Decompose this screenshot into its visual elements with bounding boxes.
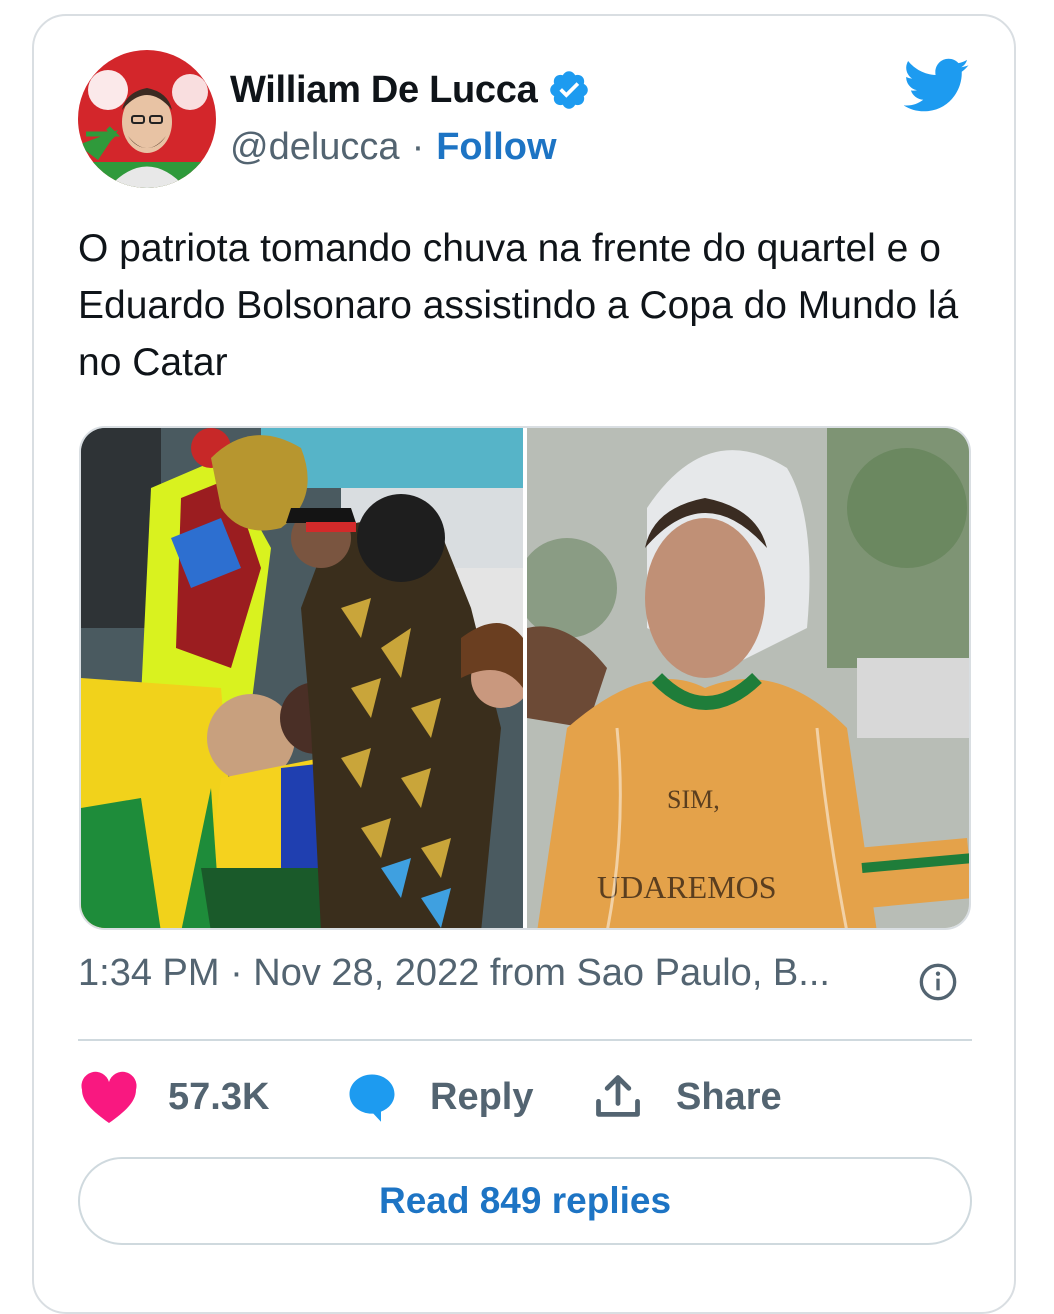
reply-bubble-icon xyxy=(349,1074,395,1122)
like-button[interactable]: 57.3K xyxy=(78,1070,269,1124)
info-icon[interactable] xyxy=(918,962,958,1002)
action-bar: 57.3K Reply Share xyxy=(78,1070,978,1124)
divider xyxy=(78,1039,972,1041)
likes-count: 57.3K xyxy=(168,1075,270,1118)
avatar[interactable] xyxy=(78,50,216,188)
author-name-row[interactable]: William De Lucca xyxy=(230,66,591,114)
author-handle[interactable]: @delucca xyxy=(230,126,400,169)
share-button[interactable]: Share xyxy=(592,1070,782,1124)
twitter-bird-icon[interactable] xyxy=(904,58,970,114)
rain-poncho-man-photo[interactable]: SIM, UDAREMOS xyxy=(517,428,969,928)
stadium-celebration-photo[interactable] xyxy=(81,428,531,928)
share-icon xyxy=(596,1075,640,1117)
follow-button[interactable]: Follow xyxy=(436,126,556,169)
reply-label: Reply xyxy=(430,1075,534,1118)
heart-icon xyxy=(81,1071,137,1124)
author-name[interactable]: William De Lucca xyxy=(230,69,538,112)
verified-badge-icon xyxy=(550,71,589,109)
read-replies-button[interactable]: Read 849 replies xyxy=(78,1157,972,1245)
tweet-timestamp[interactable]: 1:34 PM · Nov 28, 2022 from Sao Paulo, B… xyxy=(78,952,830,995)
shirt-text-top: SIM, xyxy=(667,785,720,814)
reply-button[interactable]: Reply xyxy=(344,1070,533,1124)
tweet-text: O patriota tomando chuva na frente do qu… xyxy=(78,227,959,384)
shirt-text-bottom: UDAREMOS xyxy=(597,869,777,905)
author-handle-row: @delucca · Follow xyxy=(230,124,557,170)
separator-dot: · xyxy=(411,125,425,168)
tweet-media[interactable]: SIM, UDAREMOS xyxy=(79,426,971,930)
share-label: Share xyxy=(676,1075,782,1118)
